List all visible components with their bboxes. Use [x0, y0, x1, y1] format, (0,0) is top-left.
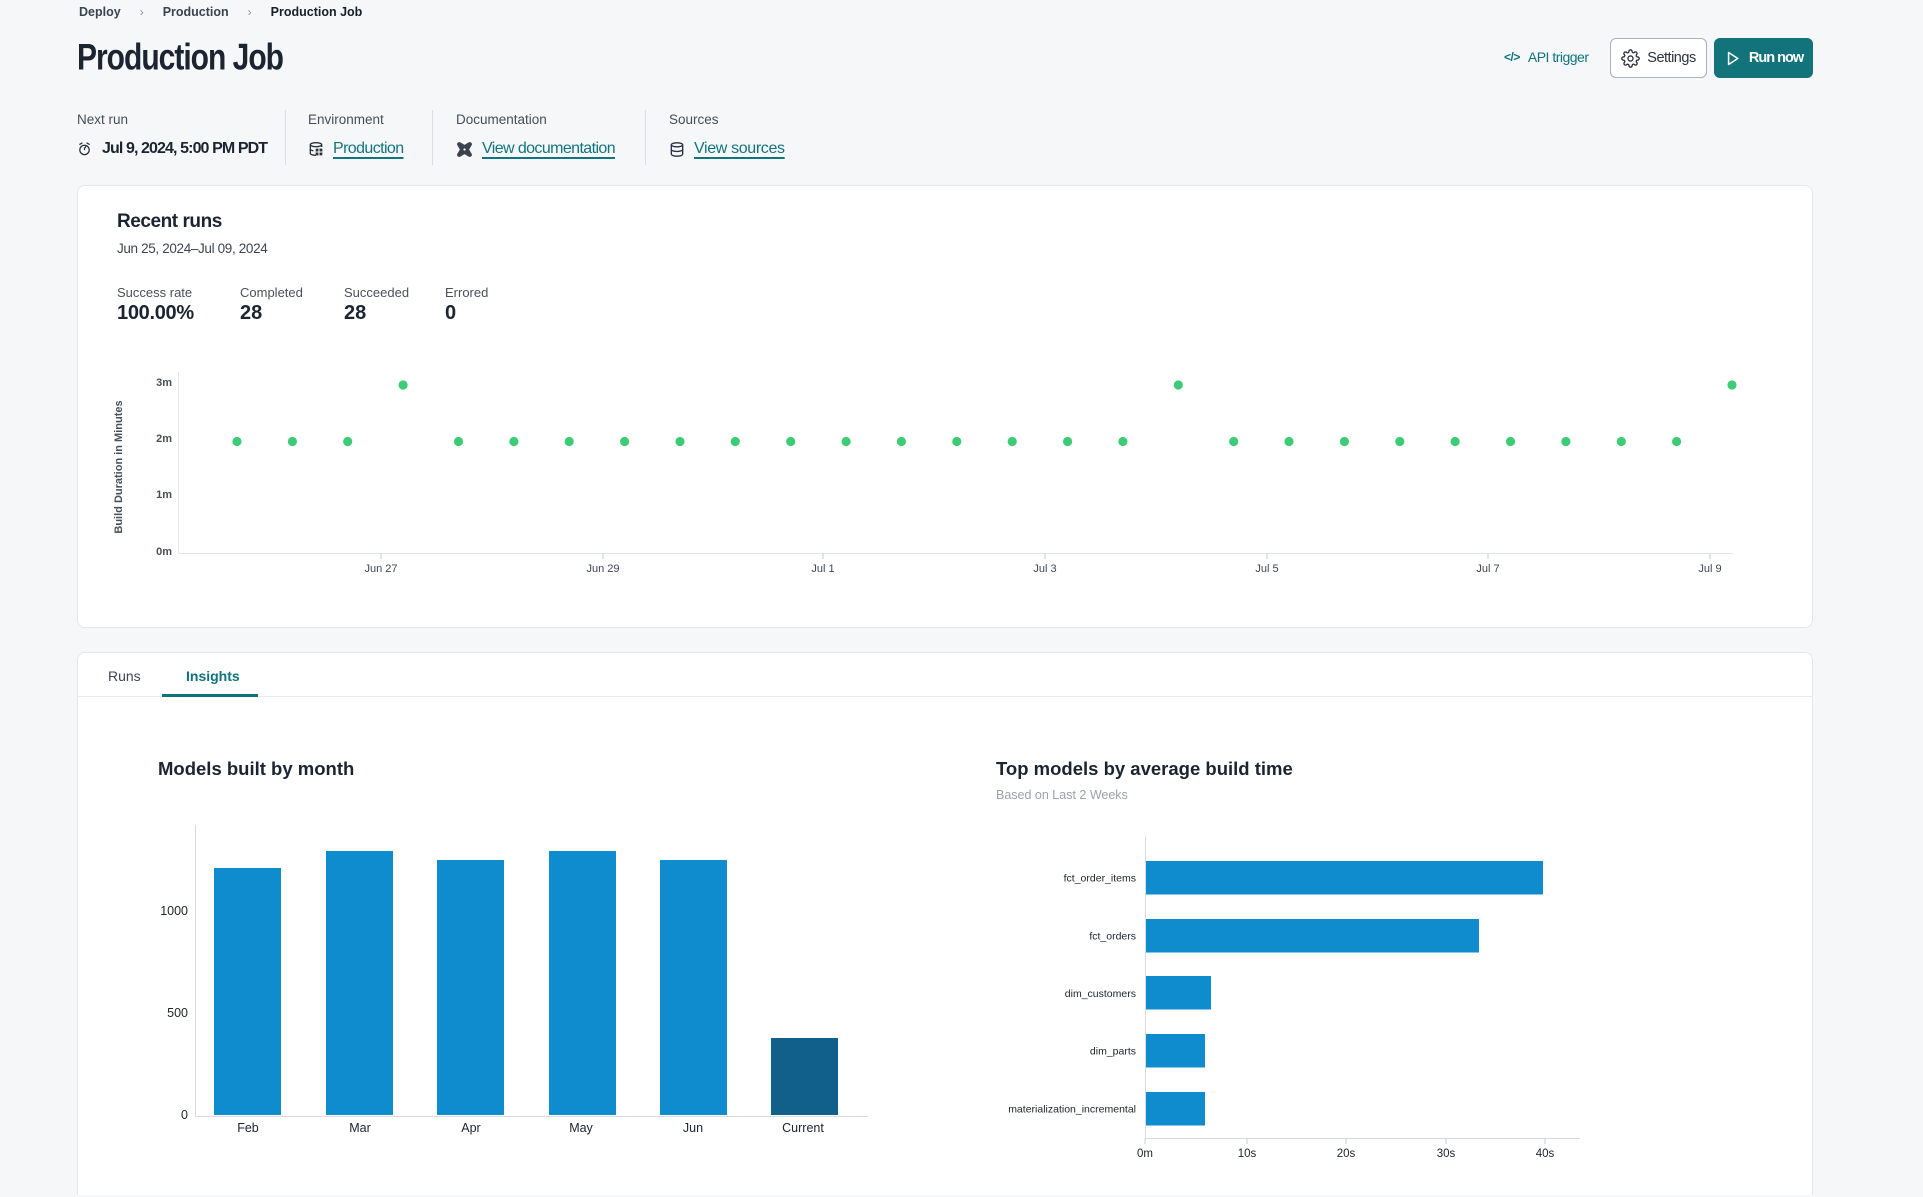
svg-text:1000: 1000 — [160, 904, 188, 918]
svg-text:fct_orders: fct_orders — [1089, 931, 1136, 943]
svg-text:Apr: Apr — [461, 1121, 480, 1135]
svg-text:0m: 0m — [156, 546, 172, 558]
svg-text:Build Duration in Minutes: Build Duration in Minutes — [113, 400, 125, 533]
svg-text:Jul 7: Jul 7 — [1476, 563, 1499, 575]
svg-text:Jun: Jun — [683, 1121, 703, 1135]
svg-text:Jul 3: Jul 3 — [1033, 563, 1056, 575]
svg-text:Feb: Feb — [237, 1121, 259, 1135]
svg-text:Jun 27: Jun 27 — [364, 563, 397, 575]
svg-text:Jul 5: Jul 5 — [1255, 563, 1278, 575]
svg-text:Current: Current — [782, 1121, 824, 1135]
svg-text:0m: 0m — [1137, 1148, 1153, 1160]
svg-text:40s: 40s — [1536, 1148, 1555, 1160]
svg-text:500: 500 — [167, 1006, 188, 1020]
svg-text:2m: 2m — [156, 433, 172, 445]
svg-text:materialization_incremental: materialization_incremental — [1008, 1104, 1136, 1116]
svg-text:1m: 1m — [156, 489, 172, 501]
svg-text:10s: 10s — [1238, 1148, 1257, 1160]
svg-text:May: May — [569, 1121, 593, 1135]
svg-text:20s: 20s — [1337, 1148, 1356, 1160]
svg-text:Jul 1: Jul 1 — [811, 563, 834, 575]
svg-text:30s: 30s — [1437, 1148, 1456, 1160]
svg-text:0: 0 — [181, 1108, 188, 1122]
svg-text:Jun 29: Jun 29 — [586, 563, 619, 575]
svg-text:Mar: Mar — [349, 1121, 371, 1135]
svg-text:3m: 3m — [156, 377, 172, 389]
svg-text:Jul 9: Jul 9 — [1698, 563, 1721, 575]
svg-text:fct_order_items: fct_order_items — [1064, 873, 1136, 885]
svg-text:dim_parts: dim_parts — [1090, 1046, 1136, 1058]
svg-text:dim_customers: dim_customers — [1065, 988, 1136, 1000]
